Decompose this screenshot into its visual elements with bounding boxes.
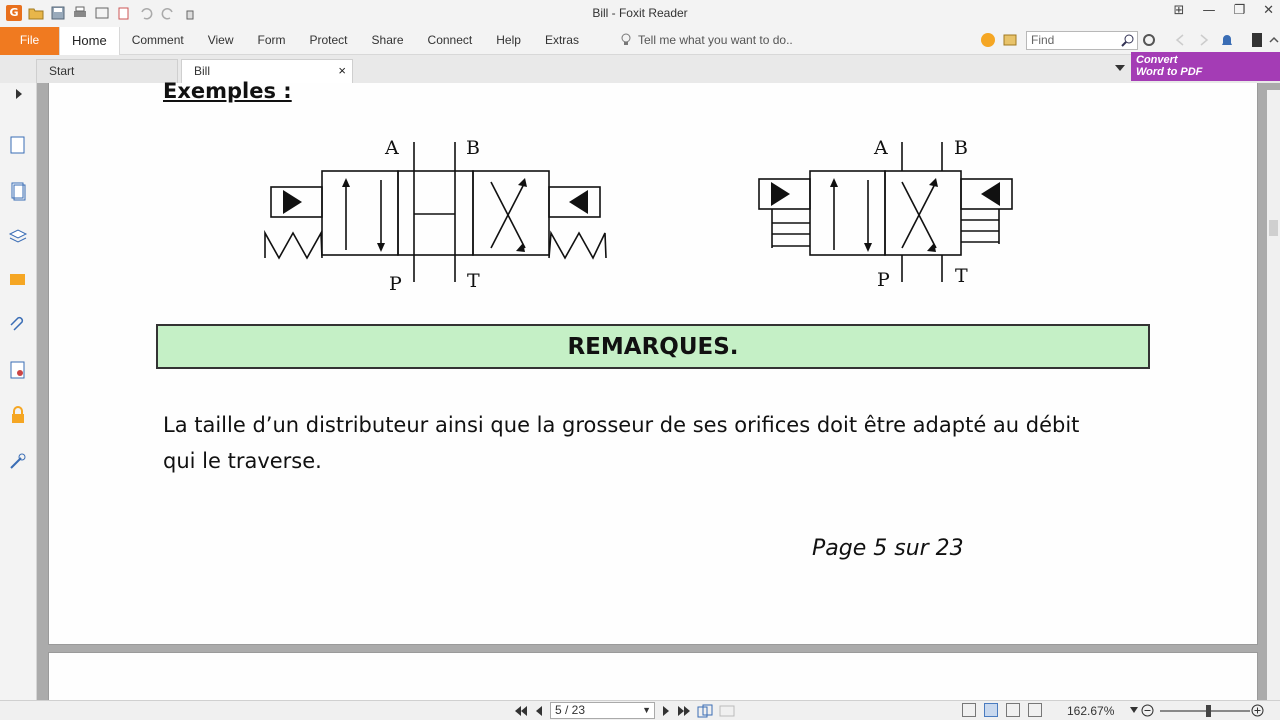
port-a-label-2: A xyxy=(873,137,888,159)
tab-list-dropdown-icon[interactable] xyxy=(1115,64,1125,72)
comments-icon[interactable] xyxy=(8,271,28,291)
tell-me-text: Tell me what you want to do.. xyxy=(638,33,793,47)
port-a-label: A xyxy=(384,137,399,159)
previous-page-icon[interactable] xyxy=(534,705,544,717)
tell-me-box[interactable]: Tell me what you want to do.. xyxy=(620,33,793,47)
close-tab-icon[interactable]: × xyxy=(338,60,346,82)
tab-help[interactable]: Help xyxy=(484,27,533,55)
convert-word-to-pdf-button[interactable]: Convert Word to PDF xyxy=(1131,52,1280,81)
tab-start[interactable]: Start xyxy=(36,59,178,83)
back-arrow-icon[interactable] xyxy=(1174,33,1186,47)
bell-icon[interactable] xyxy=(1220,32,1234,48)
attachment-icon[interactable] xyxy=(8,316,28,336)
continuous-view-icon[interactable] xyxy=(984,703,998,717)
tab-connect[interactable]: Connect xyxy=(416,27,485,55)
find-options-icon[interactable] xyxy=(1002,32,1018,48)
single-page-view-icon[interactable] xyxy=(962,703,976,717)
pdf-next-page xyxy=(48,652,1258,700)
zoom-level[interactable]: 162.67% xyxy=(1067,704,1114,718)
paragraph-line-1: La taille d’un distributeur ainsi que la… xyxy=(163,413,1080,437)
page-footer: Page 5 sur 23 xyxy=(812,536,964,561)
layers-icon[interactable] xyxy=(8,226,28,246)
file-tab[interactable]: File xyxy=(0,27,59,55)
tools-icon[interactable] xyxy=(8,451,28,471)
port-p-label: P xyxy=(389,273,402,295)
split-view-icon[interactable] xyxy=(719,704,735,718)
zoom-slider-knob[interactable] xyxy=(1206,705,1211,717)
zoom-out-icon[interactable] xyxy=(1141,704,1154,717)
port-b-label: B xyxy=(466,137,480,159)
expand-panel-icon[interactable] xyxy=(14,89,24,99)
window-title: Bill - Foxit Reader xyxy=(592,6,688,20)
zoom-dropdown-icon[interactable] xyxy=(1130,707,1138,713)
title-bar: G Bill - Foxit Reader ⊞ — ❐ ✕ xyxy=(0,0,1280,27)
view-mode-icons xyxy=(962,703,1042,717)
next-page-icon[interactable] xyxy=(661,705,671,717)
ribbon-tabs: Home Comment View Form Protect Share Con… xyxy=(59,27,591,56)
vertical-scrollbar[interactable] xyxy=(1267,90,1280,700)
status-bar: 5 / 23 ▼ 162.67% xyxy=(0,700,1280,720)
lock-icon[interactable] xyxy=(8,405,28,425)
signature-icon[interactable] xyxy=(8,360,28,380)
continuous-facing-view-icon[interactable] xyxy=(1028,703,1042,717)
tab-share[interactable]: Share xyxy=(360,27,416,55)
tab-form[interactable]: Form xyxy=(246,27,298,55)
ribbon-right-icons xyxy=(980,32,1018,48)
tab-home[interactable]: Home xyxy=(59,27,120,56)
first-page-icon[interactable] xyxy=(514,705,528,717)
convert-line2: Word to PDF xyxy=(1136,66,1203,78)
zoom-slider[interactable] xyxy=(1160,705,1250,717)
zoom-in-icon[interactable] xyxy=(1251,704,1264,717)
exemples-heading: Exemples : xyxy=(163,79,292,103)
last-page-icon[interactable] xyxy=(677,705,691,717)
port-b-label-2: B xyxy=(954,137,968,159)
convert-line1: Convert xyxy=(1136,54,1178,66)
minimize-button[interactable]: — xyxy=(1202,3,1215,18)
heart-icon[interactable] xyxy=(980,32,996,48)
tab-comment[interactable]: Comment xyxy=(120,27,196,55)
gear-icon[interactable] xyxy=(1142,33,1156,47)
paragraph-line-2: qui le traverse. xyxy=(163,449,322,473)
scrollbar-thumb[interactable] xyxy=(1269,220,1278,236)
port-t-label: T xyxy=(467,270,480,292)
tab-extras[interactable]: Extras xyxy=(533,27,591,55)
valve-diagram-spring: A B P T xyxy=(264,137,607,295)
forward-arrow-icon[interactable] xyxy=(1198,33,1210,47)
pages-icon[interactable] xyxy=(8,181,28,201)
page-dropdown-icon[interactable]: ▼ xyxy=(642,703,651,718)
collapse-ribbon-icon[interactable] xyxy=(1268,32,1280,48)
lightbulb-icon xyxy=(621,33,631,45)
left-navigation-panel xyxy=(0,83,37,700)
close-button[interactable]: ✕ xyxy=(1263,3,1274,18)
bookmark-icon[interactable] xyxy=(8,135,28,155)
ribbon: File Home Comment View Form Protect Shar… xyxy=(0,27,1280,56)
search-icon[interactable] xyxy=(1121,33,1135,47)
facing-view-icon[interactable] xyxy=(1006,703,1020,717)
port-t-label-2: T xyxy=(955,265,968,287)
port-p-label-2: P xyxy=(877,269,890,291)
page-number-input[interactable]: 5 / 23 ▼ xyxy=(550,702,655,719)
tab-protect[interactable]: Protect xyxy=(298,27,360,55)
window-controls: ⊞ — ❐ ✕ xyxy=(1174,3,1274,18)
tab-bill-label: Bill xyxy=(194,64,211,78)
remarques-paragraph: La taille d’un distributeur ainsi que la… xyxy=(163,407,1163,479)
ribbon-display-icon[interactable]: ⊞ xyxy=(1174,3,1185,18)
valve-diagram-detent: A B P T xyxy=(758,137,1013,291)
tab-start-label: Start xyxy=(49,64,75,78)
page-navigation: 5 / 23 ▼ xyxy=(514,702,735,719)
maximize-button[interactable]: ❐ xyxy=(1233,3,1245,18)
tab-view[interactable]: View xyxy=(196,27,246,55)
remarques-banner: REMARQUES. xyxy=(156,324,1150,369)
extract-pages-icon[interactable] xyxy=(697,704,713,718)
page-number-value: 5 / 23 xyxy=(555,703,586,717)
account-icon[interactable] xyxy=(1250,32,1264,48)
